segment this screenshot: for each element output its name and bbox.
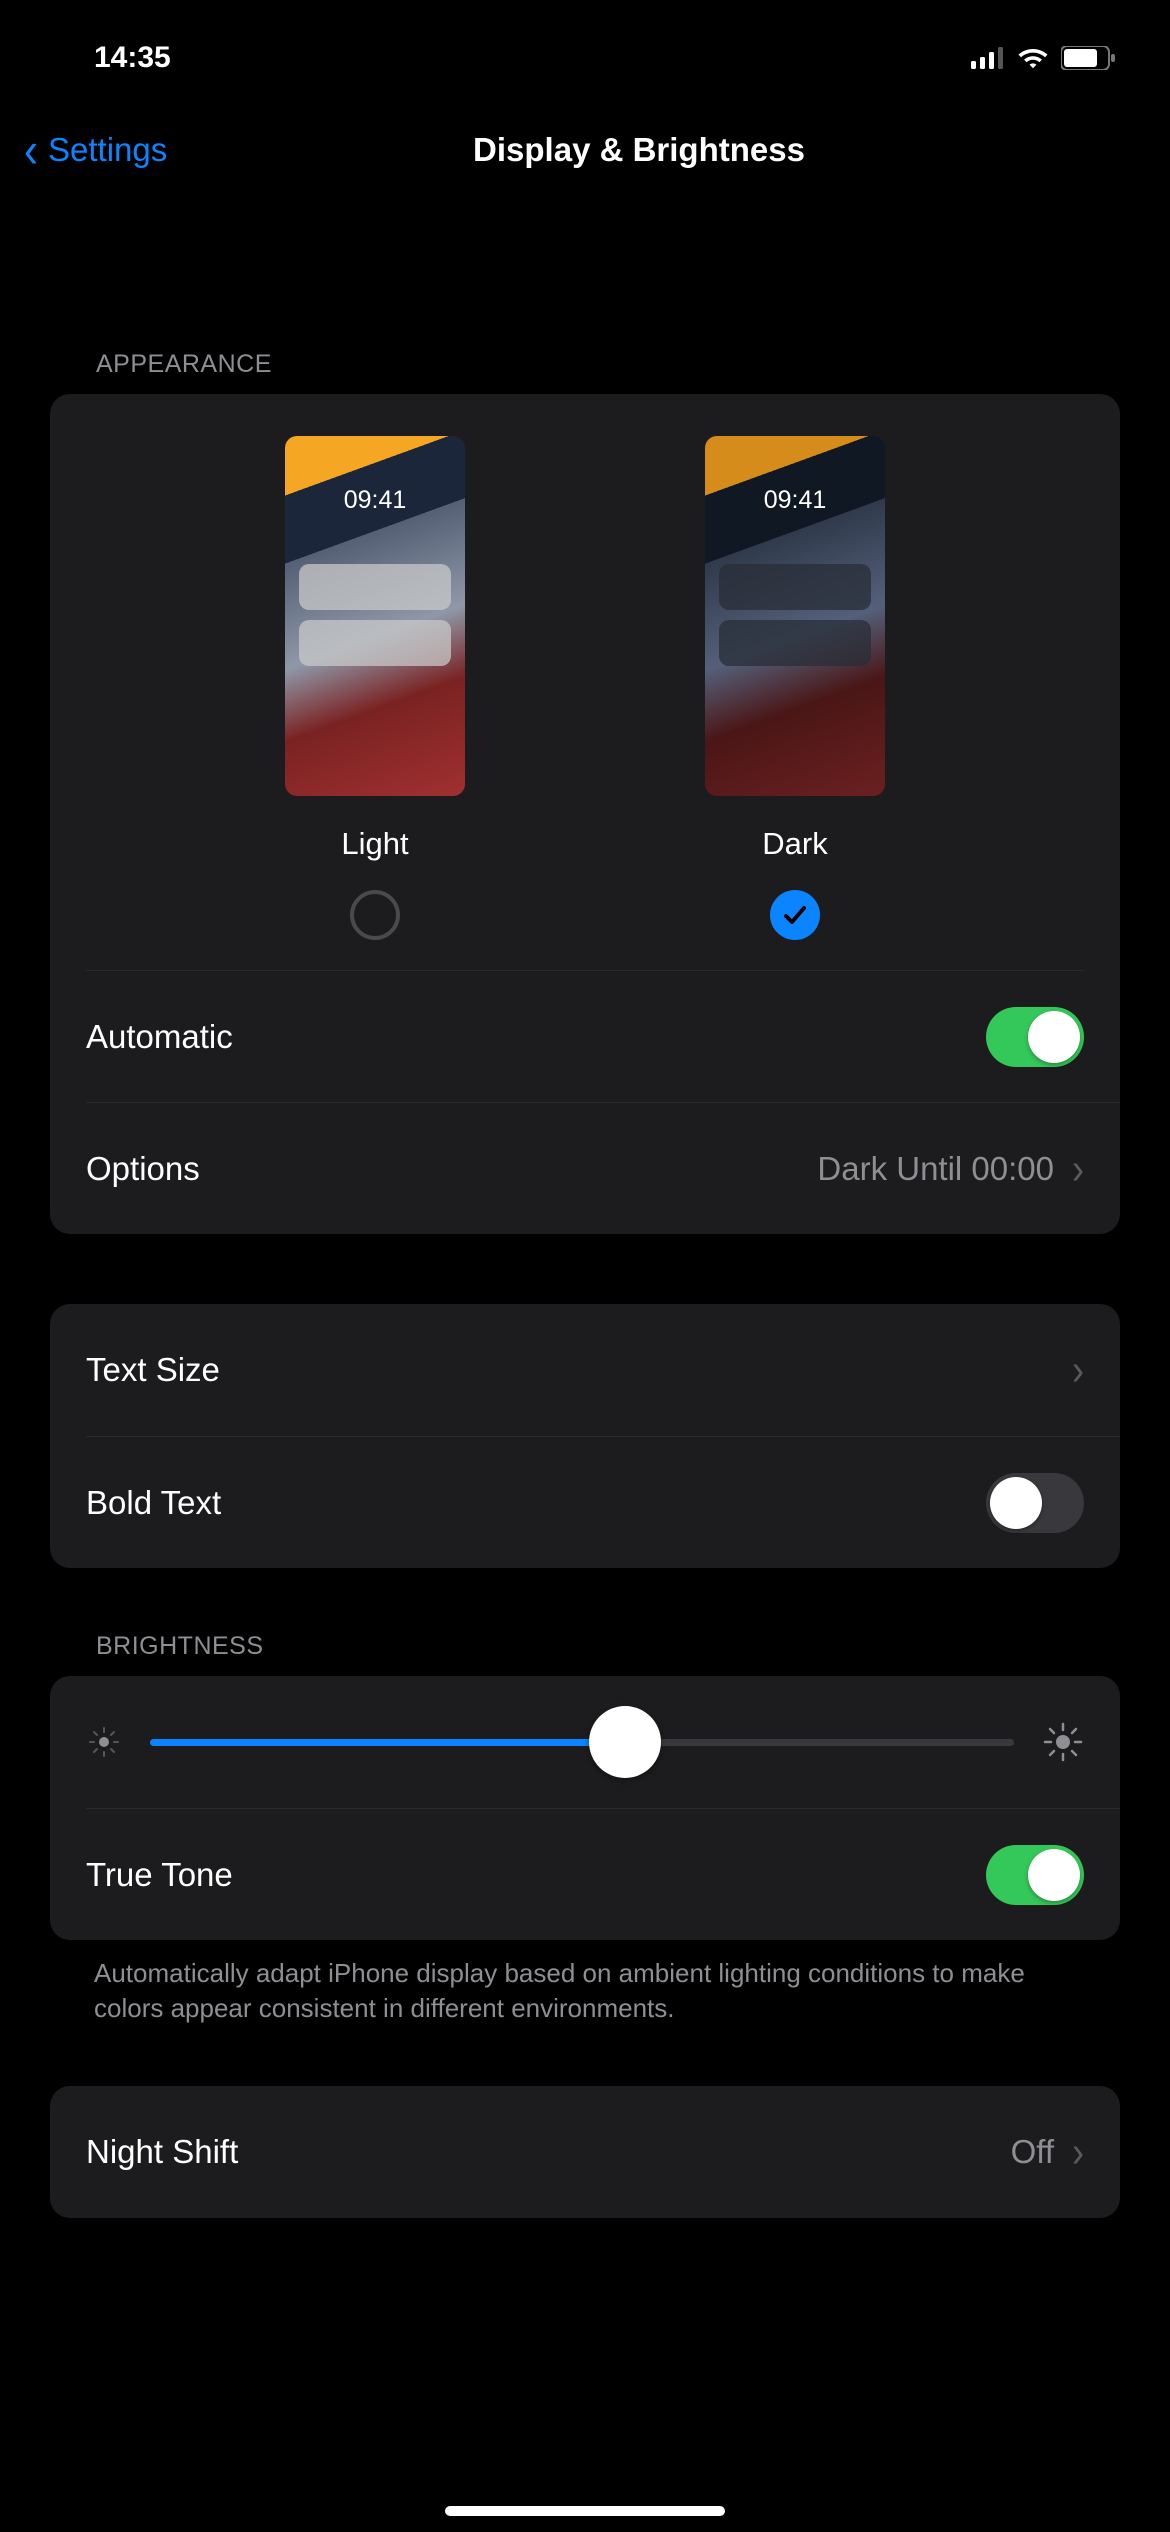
section-header-appearance: APPEARANCE xyxy=(50,340,1120,394)
appearance-dark-preview: 09:41 xyxy=(705,436,885,796)
chevron-right-icon: › xyxy=(1072,1143,1084,1193)
automatic-toggle[interactable] xyxy=(986,1007,1084,1067)
true-tone-toggle[interactable] xyxy=(986,1845,1084,1905)
automatic-label: Automatic xyxy=(86,1018,233,1056)
wifi-icon xyxy=(1016,46,1050,70)
true-tone-label: True Tone xyxy=(86,1856,233,1894)
bold-text-label: Bold Text xyxy=(86,1484,221,1522)
battery-icon xyxy=(1061,46,1115,70)
bold-text-toggle[interactable] xyxy=(986,1473,1084,1533)
appearance-light-label: Light xyxy=(341,826,408,862)
bold-text-row: Bold Text xyxy=(86,1436,1120,1568)
status-time: 14:35 xyxy=(94,41,171,75)
night-shift-value: Off xyxy=(1011,2133,1054,2171)
appearance-dark-option[interactable]: 09:41 Dark xyxy=(705,436,885,940)
options-value: Dark Until 00:00 xyxy=(817,1150,1054,1188)
true-tone-footer: Automatically adapt iPhone display based… xyxy=(50,1940,1120,2026)
text-group: Text Size › Bold Text xyxy=(50,1304,1120,1568)
text-size-row[interactable]: Text Size › xyxy=(50,1304,1120,1436)
page-title: Display & Brightness xyxy=(473,131,805,169)
brightness-slider-row xyxy=(50,1676,1120,1808)
back-label: Settings xyxy=(48,131,167,169)
chevron-right-icon: › xyxy=(1072,1345,1084,1395)
options-row[interactable]: Options Dark Until 00:00 › xyxy=(86,1102,1120,1234)
radio-checked-icon xyxy=(770,890,820,940)
status-bar: 14:35 xyxy=(0,0,1170,100)
sun-large-icon xyxy=(1042,1721,1084,1763)
cell-signal-icon xyxy=(971,47,1005,69)
appearance-dark-label: Dark xyxy=(762,826,827,862)
true-tone-row: True Tone xyxy=(86,1808,1120,1940)
preview-time: 09:41 xyxy=(285,486,465,515)
appearance-light-option[interactable]: 09:41 Light xyxy=(285,436,465,940)
home-indicator[interactable] xyxy=(445,2506,725,2516)
sun-small-icon xyxy=(86,1724,122,1760)
section-header-brightness: BRIGHTNESS xyxy=(50,1622,1120,1676)
radio-unchecked-icon xyxy=(350,890,400,940)
options-label: Options xyxy=(86,1150,200,1188)
chevron-left-icon: ‹ xyxy=(24,125,38,175)
automatic-row: Automatic xyxy=(86,970,1084,1102)
chevron-right-icon: › xyxy=(1072,2127,1084,2177)
night-shift-label: Night Shift xyxy=(86,2133,238,2171)
appearance-group: 09:41 Light 09:41 Dark Auto xyxy=(50,394,1120,1234)
appearance-light-preview: 09:41 xyxy=(285,436,465,796)
text-size-label: Text Size xyxy=(86,1351,220,1389)
night-shift-group: Night Shift Off › xyxy=(50,2086,1120,2218)
brightness-group: True Tone xyxy=(50,1676,1120,1940)
night-shift-row[interactable]: Night Shift Off › xyxy=(50,2086,1120,2218)
preview-time: 09:41 xyxy=(705,486,885,515)
brightness-slider[interactable] xyxy=(150,1739,1014,1746)
back-button[interactable]: ‹ Settings xyxy=(24,129,167,171)
nav-bar: ‹ Settings Display & Brightness xyxy=(0,100,1170,200)
